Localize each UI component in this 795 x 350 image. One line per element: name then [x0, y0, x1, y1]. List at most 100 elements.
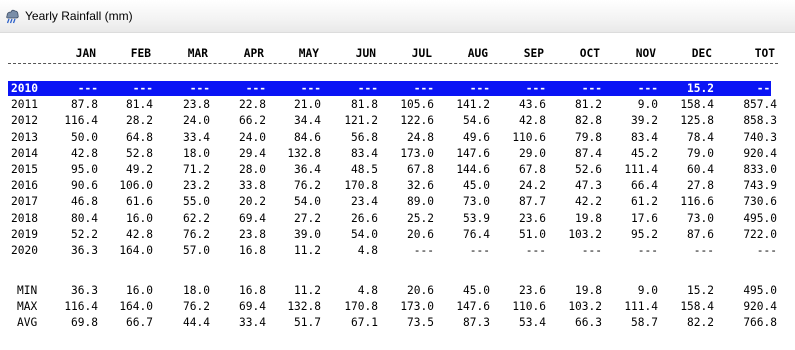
year-row-2014[interactable]: 2014 42.8 52.8 18.0 29.4 132.8 83.4 173.0 147.6 2…: [0, 146, 795, 162]
cell-mar-2015: 71.2: [183, 163, 210, 176]
year-row-2010[interactable]: 2010 --- --- --- --- --- --- --- --- --- --- --- 15.…: [0, 81, 795, 97]
year-label: 2014: [11, 146, 38, 160]
cell-nov-2019: 95.2: [631, 227, 658, 241]
cell-dec-avg: 82.2: [687, 316, 714, 330]
cell-sep-min: 23.6: [519, 284, 546, 297]
column-header-oct: OCT: [579, 47, 600, 60]
cell-mar-max: 76.2: [183, 300, 210, 314]
cell-jun-2018: 26.6: [351, 211, 378, 225]
cell-sep-2015: 67.8: [519, 163, 546, 176]
summary-row-min: MIN 36.3 16.0 18.0 16.8 11.2 4.8 20.6 45.0 23.6 19…: [0, 283, 795, 299]
cell-nov-2017: 61.2: [631, 195, 658, 209]
year-row-2015[interactable]: 2015 95.0 49.2 71.2 28.0 36.4 48.5 67.8 144.6 67.…: [0, 162, 795, 178]
cell-jul-2013: 24.8: [407, 130, 434, 144]
cell-tot-2016: 743.9: [743, 179, 777, 193]
cell-jan-2014: 42.8: [71, 146, 98, 160]
cell-jul-2011: 105.6: [400, 98, 434, 112]
year-label: 2020: [11, 244, 38, 257]
cell-apr-min: 16.8: [239, 284, 266, 297]
cell-apr-2018: 69.4: [239, 211, 266, 225]
cell-oct-2011: 81.2: [575, 98, 602, 112]
cell-apr-2012: 66.2: [239, 114, 266, 128]
cell-jun-2016: 170.8: [344, 179, 378, 193]
cell-jan-2011: 87.8: [71, 98, 98, 112]
cell-feb-2020: 164.0: [119, 244, 153, 257]
window-title: Yearly Rainfall (mm): [25, 9, 133, 23]
cell-oct-2018: 19.8: [575, 211, 602, 225]
year-label: 2015: [11, 163, 38, 176]
cell-jul-2017: 89.0: [407, 195, 434, 209]
cell-aug-max: 147.6: [456, 300, 490, 314]
cell-feb-2012: 28.2: [126, 114, 153, 128]
year-label: 2011: [11, 98, 38, 112]
cell-jun-2015: 48.5: [351, 163, 378, 176]
cell-apr-max: 69.4: [239, 300, 266, 314]
cell-feb-2013: 64.8: [126, 130, 153, 144]
year-row-2011[interactable]: 2011 87.8 81.4 23.8 22.8 21.0 81.8 105.6 141.2 43…: [0, 97, 795, 113]
year-row-2016[interactable]: 2016 90.6 106.0 23.2 33.8 76.2 170.8 32.6 45.0 24…: [0, 178, 795, 194]
column-header-jan: JAN: [75, 47, 96, 60]
header-separator: [8, 63, 778, 65]
cell-jan-2010: ---: [77, 82, 98, 95]
cell-feb-max: 164.0: [119, 300, 153, 314]
cell-apr-2013: 24.0: [239, 130, 266, 144]
year-row-2012[interactable]: 2012 116.4 28.2 24.0 66.2 34.4 121.2 122.6 54.6 4…: [0, 113, 795, 129]
year-row-2019[interactable]: 2019 52.2 42.8 76.2 23.8 39.0 54.0 20.6 76.4 51.0…: [0, 227, 795, 243]
cell-mar-2011: 23.8: [183, 98, 210, 112]
cell-may-2012: 34.4: [294, 114, 321, 128]
column-header-aug: AUG: [467, 47, 488, 60]
year-label: 2016: [11, 179, 38, 193]
cell-sep-2018: 23.6: [519, 211, 546, 225]
cell-oct-avg: 66.3: [575, 316, 602, 330]
cell-jul-2010: ---: [413, 82, 434, 95]
column-header-nov: NOV: [635, 47, 656, 60]
cell-mar-min: 18.0: [183, 284, 210, 297]
summary-label: AVG: [17, 316, 38, 330]
cell-apr-2010: ---: [245, 82, 266, 95]
cell-feb-2019: 42.8: [126, 227, 153, 241]
column-header-apr: APR: [243, 47, 264, 60]
cell-may-2010: ---: [300, 82, 321, 95]
cell-jul-avg: 73.5: [407, 316, 434, 330]
year-row-2020[interactable]: 2020 36.3 164.0 57.0 16.8 11.2 4.8 --- --- --- ---…: [0, 243, 795, 259]
window-title-bar: Yearly Rainfall (mm): [0, 0, 795, 33]
cell-dec-2019: 87.6: [687, 227, 714, 241]
cell-dec-2018: 73.0: [687, 211, 714, 225]
cell-feb-2018: 16.0: [126, 211, 153, 225]
cell-sep-2017: 87.7: [519, 195, 546, 209]
cell-jun-2020: 4.8: [357, 244, 378, 257]
column-header-mar: MAR: [187, 47, 208, 60]
cell-may-min: 11.2: [294, 284, 321, 297]
cell-jan-2019: 52.2: [71, 227, 98, 241]
cell-sep-max: 110.6: [512, 300, 546, 314]
cell-sep-2012: 42.8: [519, 114, 546, 128]
year-row-2017[interactable]: 2017 46.8 61.6 55.0 20.2 54.0 23.4 89.0 73.0 87.7…: [0, 194, 795, 210]
cell-mar-avg: 44.4: [183, 316, 210, 330]
cell-oct-2020: ---: [581, 244, 602, 257]
cell-tot-2020: ---: [756, 244, 777, 257]
cell-apr-2017: 20.2: [239, 195, 266, 209]
cell-may-2019: 39.0: [294, 227, 321, 241]
rain-cloud-icon: [6, 9, 19, 24]
cell-nov-max: 111.4: [624, 300, 658, 314]
cell-nov-2013: 83.4: [631, 130, 658, 144]
cell-feb-2016: 106.0: [119, 179, 153, 193]
cell-oct-min: 19.8: [575, 284, 602, 297]
cell-aug-2013: 49.6: [463, 130, 490, 144]
cell-jun-2012: 121.2: [344, 114, 378, 128]
cell-dec-2015: 60.4: [687, 163, 714, 176]
cell-aug-2014: 147.6: [456, 146, 490, 160]
summary-label: MAX: [17, 300, 38, 314]
cell-oct-2016: 47.3: [575, 179, 602, 193]
cell-may-2014: 132.8: [287, 146, 321, 160]
year-row-2013[interactable]: 2013 50.0 64.8 33.4 24.0 84.6 56.8 24.8 49.6 110.…: [0, 130, 795, 146]
cell-nov-2014: 45.2: [631, 146, 658, 160]
cell-jun-avg: 67.1: [351, 316, 378, 330]
cell-jul-2012: 122.6: [400, 114, 434, 128]
cell-apr-2019: 23.8: [239, 227, 266, 241]
cell-oct-2017: 42.2: [575, 195, 602, 209]
cell-apr-2015: 28.0: [239, 163, 266, 176]
year-row-2018[interactable]: 2018 80.4 16.0 62.2 69.4 27.2 26.6 25.2 53.9 23.6…: [0, 211, 795, 227]
year-label: 2019: [11, 227, 38, 241]
cell-may-2011: 21.0: [294, 98, 321, 112]
